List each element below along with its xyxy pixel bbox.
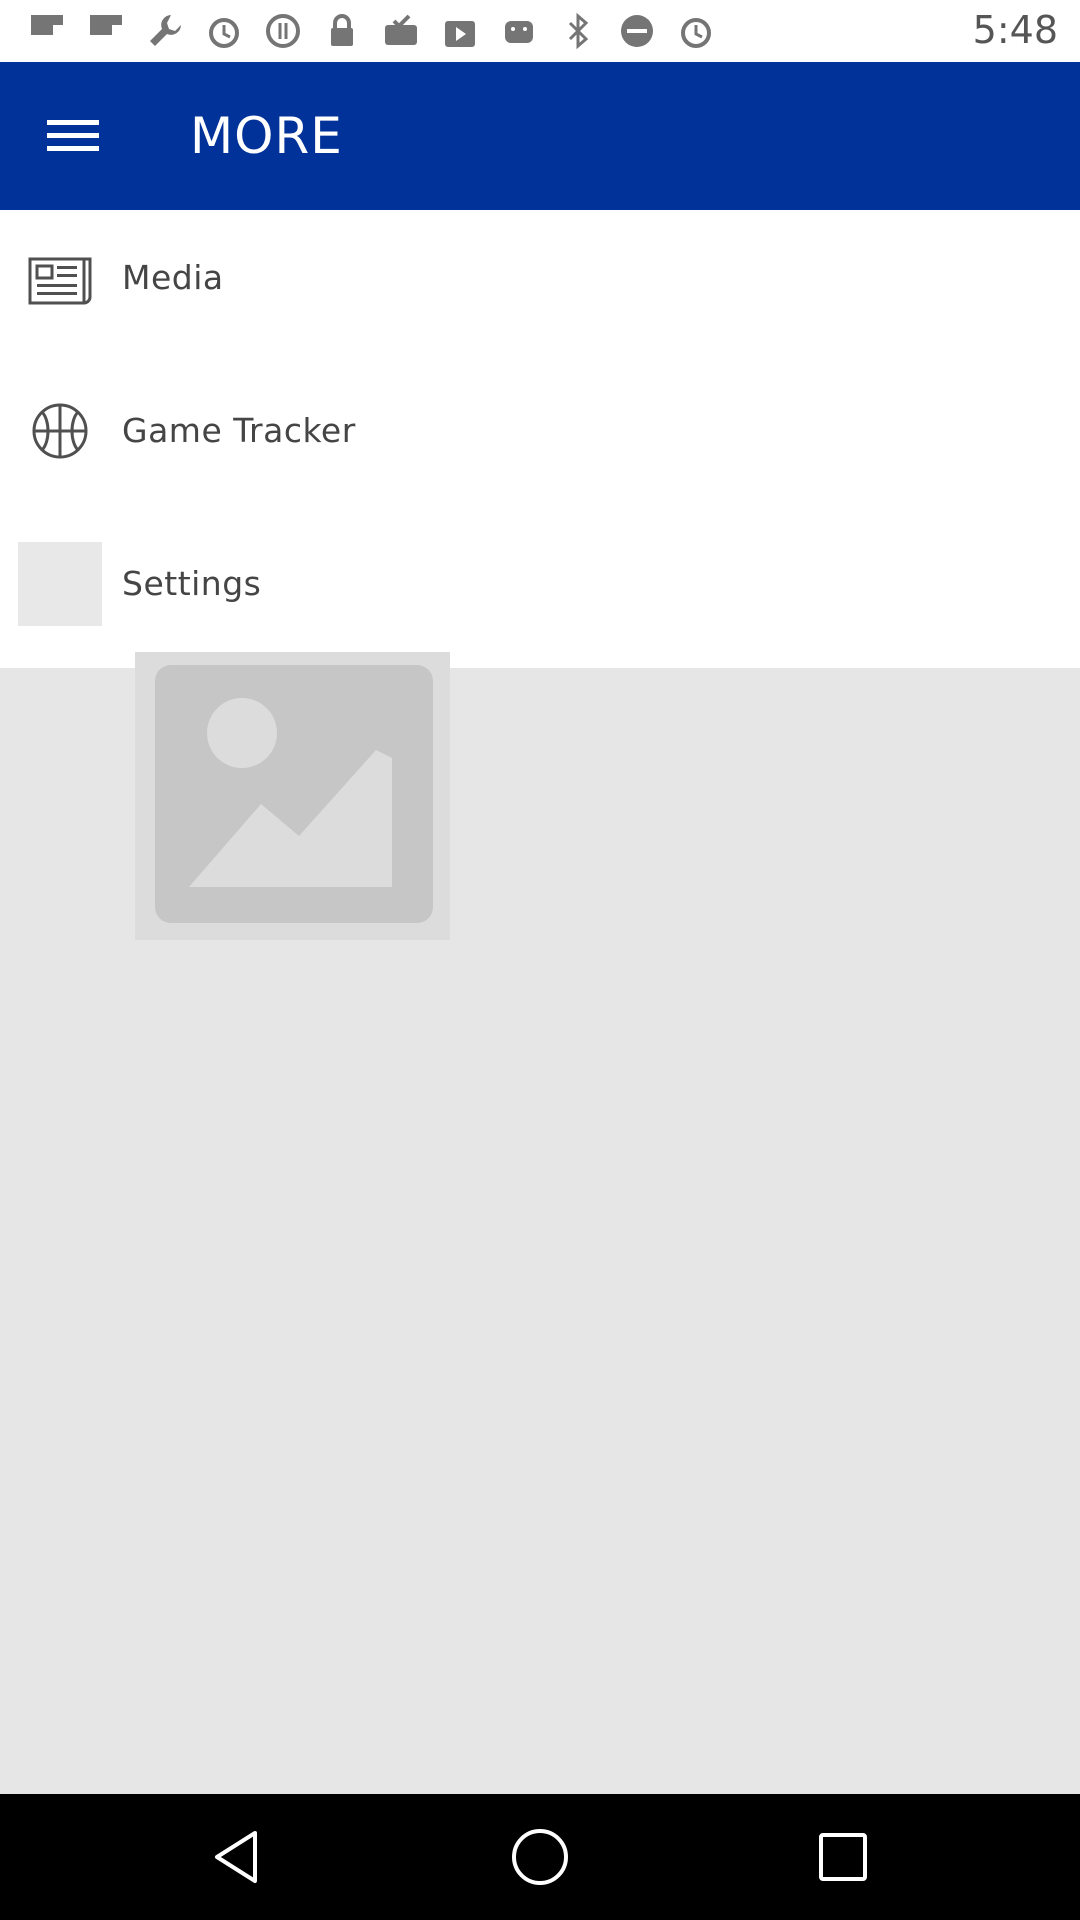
bluetooth-icon [557,10,599,52]
menu-item-game-tracker[interactable]: Game Tracker [0,363,1080,516]
settings-icon-placeholder [18,542,102,626]
block-icon [262,10,304,52]
app-bar: MORE [0,62,1080,210]
recents-icon [819,1833,867,1881]
page-title: MORE [190,107,343,165]
system-nav-bar [0,1794,1080,1920]
notification-icons [26,10,734,52]
wrench-icon [144,10,186,52]
do-not-disturb-icon [616,10,658,52]
flipboard-icon [26,10,68,52]
alarm-icon [203,10,245,52]
basketball-icon [18,389,102,473]
back-icon [215,1831,257,1883]
menu-item-label: Settings [122,564,262,603]
alarm-icon [675,10,717,52]
status-bar: 5:48 [0,0,1080,62]
recents-button[interactable] [808,1822,878,1892]
hamburger-icon [47,120,99,151]
home-icon [512,1829,568,1885]
image-placeholder [135,652,450,940]
hamburger-menu-button[interactable] [38,106,108,166]
menu-item-label: Game Tracker [122,411,356,450]
image-placeholder-icon [155,665,433,923]
newspaper-icon [18,236,102,320]
menu-item-settings[interactable]: Settings [0,516,1080,669]
home-button[interactable] [505,1822,575,1892]
menu-item-label: Media [122,258,224,297]
menu-item-media[interactable]: Media [0,210,1080,363]
android-icon [498,10,540,52]
settings-placeholder [18,542,102,626]
lock-icon [321,10,363,52]
play-store-icon [439,10,481,52]
back-button[interactable] [202,1822,272,1892]
more-menu-list: Media Game Tracker Settings [0,210,1080,668]
flipboard-icon [85,10,127,52]
status-time: 5:48 [972,8,1058,52]
inbox-check-icon [380,10,422,52]
